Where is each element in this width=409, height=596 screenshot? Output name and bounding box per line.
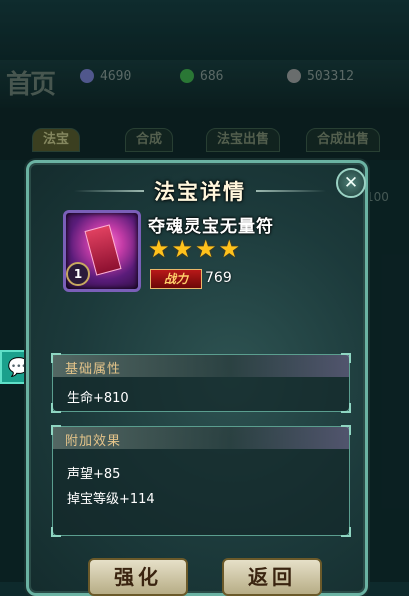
base-attributes-header: 基础属性 [65,362,122,377]
star-icon: ★ [218,235,241,263]
effect-drop-level: 掉宝等级+114 [67,492,155,507]
effect-reputation: 声望+85 [67,467,121,482]
title-divider-left [74,190,144,192]
power-label: 战力 [150,269,202,289]
corner-ornament [341,353,351,363]
star-rating: ★ ★ ★ ★ [148,236,242,262]
corner-ornament [341,403,351,413]
talisman-icon [84,224,122,276]
back-button[interactable]: 返回 [222,558,322,596]
extra-effects-panel: 附加效果 声望+85 掉宝等级+114 [51,425,351,537]
corner-ornament [341,425,351,435]
item-name: 夺魂灵宝无量符 [148,217,274,237]
corner-ornament [341,527,351,537]
corner-ornament [51,527,61,537]
corner-ornament [51,425,61,435]
star-icon: ★ [195,235,217,263]
attribute-hp: 生命+810 [67,391,129,406]
star-icon: ★ [148,235,170,263]
star-icon: ★ [171,235,194,263]
title-divider-right [256,190,326,192]
strengthen-button[interactable]: 强化 [88,558,188,596]
modal-title-bar: 法宝详情 [50,176,350,206]
close-icon: ✕ [343,173,359,193]
power-value: 769 [205,270,232,286]
close-button[interactable]: ✕ [336,168,366,198]
base-attributes-panel: 基础属性 生命+810 [51,353,351,413]
extra-effects-header: 附加效果 [65,434,122,449]
corner-ornament [51,403,61,413]
modal-title: 法宝详情 [154,179,246,204]
corner-ornament [51,353,61,363]
item-level-badge: 1 [66,262,90,286]
